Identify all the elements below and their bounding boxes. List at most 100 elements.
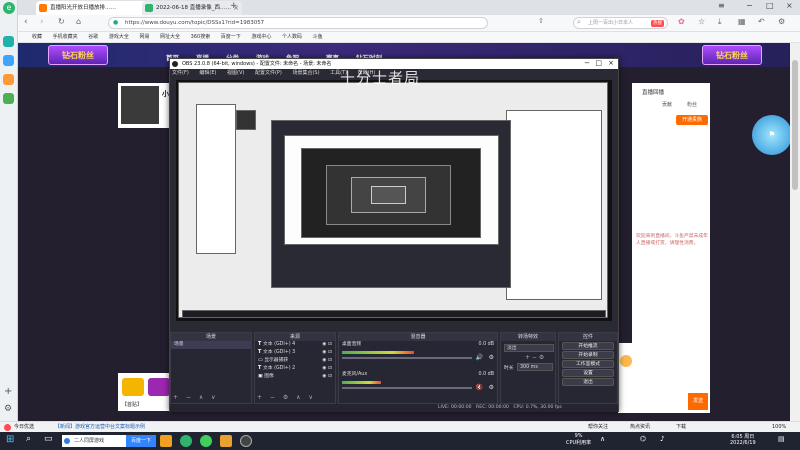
vip-button[interactable]: 开通贵族 — [676, 115, 708, 125]
banner-left[interactable]: 钻石粉丝 — [48, 45, 108, 65]
app-icon[interactable] — [220, 435, 232, 447]
volume-slider[interactable] — [342, 387, 472, 389]
sidebar-add-icon[interactable]: + — [4, 387, 12, 397]
taskbar-search-input[interactable]: 二人同屏游戏 — [62, 435, 126, 447]
maximize-icon[interactable]: □ — [766, 2, 774, 10]
bookmark-item[interactable]: 百度一下 — [221, 34, 241, 40]
studio-mode-button[interactable]: 工作室模式 — [562, 360, 614, 368]
bookmark-item[interactable]: 手机收藏夹 — [53, 34, 78, 40]
settings-button[interactable]: 设置 — [562, 369, 614, 377]
task-view-icon[interactable]: ▭ — [44, 435, 53, 444]
menu-item[interactable]: 配置文件(P) — [255, 70, 282, 76]
sidebar-app-icon[interactable] — [3, 55, 14, 66]
folder-icon[interactable] — [160, 435, 172, 447]
notification-icon[interactable]: ▤ — [778, 436, 785, 443]
sidebar-app-icon[interactable] — [3, 93, 14, 104]
sidebar-settings-icon[interactable]: ⚙ — [4, 405, 12, 414]
new-tab-button[interactable]: + — [230, 2, 238, 11]
source-item[interactable]: T 文本 (GDI+) 3 ◉ ⊡ — [255, 349, 335, 357]
tab-fans[interactable]: 粉丝 — [687, 101, 697, 108]
grid-icon[interactable]: ▦ — [738, 18, 746, 26]
scrollbar-thumb[interactable] — [792, 60, 798, 190]
maximize-icon[interactable]: □ — [595, 60, 602, 67]
menu-item[interactable]: 编辑(E) — [199, 70, 216, 76]
site-favicon-icon — [145, 4, 153, 12]
avatar[interactable] — [121, 86, 159, 124]
browser-taskbar-icon[interactable] — [180, 435, 192, 447]
gear-icon[interactable]: ⚙ — [489, 385, 494, 391]
bookmark-item[interactable]: 游戏大全 — [109, 34, 129, 40]
sidebar-app-icon[interactable] — [3, 74, 14, 85]
source-toolbar[interactable]: + − ⚙ ∧ ∨ — [257, 394, 316, 401]
minimize-icon[interactable]: − — [746, 2, 753, 10]
send-button[interactable]: 发送 — [688, 393, 708, 410]
wechat-icon[interactable] — [200, 435, 212, 447]
refresh-icon[interactable]: ↻ — [58, 18, 65, 26]
tab-contrib[interactable]: 贡献 — [662, 101, 672, 108]
close-window-icon[interactable]: × — [608, 60, 614, 67]
clock[interactable]: 6:05 周日 2022/6/19 — [730, 433, 756, 446]
mascot-icon[interactable]: ⚑ — [752, 115, 792, 155]
gear-icon[interactable]: ⚙ — [489, 355, 494, 361]
search-input[interactable]: ⌕ 上周一百出小日本人 热搜 — [573, 17, 668, 29]
speaker-icon[interactable]: 🔊 — [476, 355, 483, 361]
extension-icon[interactable]: ✿ — [678, 18, 685, 26]
transition-select[interactable]: 淡出 — [504, 344, 554, 352]
source-item[interactable]: T 文本 (GDI+) 4 ◉ ⊡ — [255, 341, 335, 349]
home-icon[interactable]: ⌂ — [76, 18, 81, 26]
back-icon[interactable]: ‹ — [24, 18, 28, 27]
banner-right[interactable]: 钻石粉丝 — [702, 45, 762, 65]
bookmark-item[interactable]: 谷歌 — [88, 34, 98, 40]
start-record-button[interactable]: 开始录制 — [562, 351, 614, 359]
close-window-icon[interactable]: × — [786, 2, 793, 10]
duration-input[interactable]: 300 ms — [517, 363, 553, 371]
address-bar[interactable]: ● https://www.douyu.com/topic/DSSs1?rid=… — [108, 17, 488, 29]
settings-icon[interactable]: ⚙ — [778, 18, 785, 26]
bookmark-item[interactable]: 网易 — [139, 34, 149, 40]
menu-item[interactable]: 视图(V) — [227, 70, 244, 76]
scene-toolbar[interactable]: + − ∧ ∨ — [173, 394, 219, 401]
menu-item[interactable]: 场景集合(S) — [292, 70, 319, 76]
network-icon[interactable]: ⌬ — [640, 436, 646, 443]
exit-button[interactable]: 退出 — [562, 378, 614, 386]
scene-item[interactable]: 场景 — [171, 341, 251, 349]
preview-nested-4 — [371, 186, 406, 204]
gift-icon[interactable] — [148, 378, 170, 396]
download-icon[interactable]: ⤓ — [718, 18, 722, 26]
speaker-muted-icon[interactable]: 🔇 — [476, 385, 483, 391]
volume-icon[interactable]: ♪ — [660, 436, 664, 443]
forward-icon[interactable]: › — [40, 18, 44, 27]
bookmark-item[interactable]: 网址大全 — [160, 34, 180, 40]
transition-toolbar[interactable]: + − ⚙ — [525, 354, 544, 361]
windows-start-icon[interactable]: ⊞ — [6, 435, 14, 445]
obs-taskbar-icon[interactable] — [240, 435, 252, 447]
search-icon[interactable]: ⌕ — [26, 435, 31, 444]
start-stream-button[interactable]: 开始推流 — [562, 342, 614, 350]
volume-slider[interactable] — [342, 357, 472, 359]
bookmark-item[interactable]: 收藏 — [32, 34, 42, 40]
gift-icon[interactable] — [122, 378, 144, 396]
bookmark-item[interactable]: 游戏中心 — [251, 34, 271, 40]
tab-active[interactable]: 直播阳光开放日播放排…… × — [36, 1, 150, 15]
chat-input-area: 发送 — [618, 343, 710, 413]
undo-icon[interactable]: ↶ — [758, 18, 765, 26]
source-item[interactable]: T 文本 (GDI+) 2 ◉ ⊡ — [255, 365, 335, 373]
source-item[interactable]: ▣ 图像 ◉ ⊡ — [255, 373, 335, 381]
mixer-dock: 混音器 桌面音频 0.0 dB 🔊 ⚙ 麦克风/Aux 0.0 dB 🔇 ⚙ — [338, 332, 498, 404]
gift-icon[interactable] — [620, 355, 632, 367]
tray-arrow-icon[interactable]: ∧ — [600, 436, 605, 443]
browser-logo-icon[interactable]: e — [3, 2, 15, 14]
menu-item[interactable]: 文件(F) — [172, 70, 189, 76]
bookmark-item[interactable]: 斗鱼 — [313, 34, 323, 40]
tab-inactive[interactable]: 2022-06-18 直播录像_西…… × — [142, 1, 242, 15]
source-item[interactable]: ▭ 显示器捕获 ◉ ⊡ — [255, 357, 335, 365]
menu-icon[interactable]: ≡ — [718, 2, 725, 10]
bookmark-item[interactable]: 360搜索 — [191, 34, 211, 40]
obs-preview[interactable] — [176, 80, 612, 321]
bookmark-star-icon[interactable]: ☆ — [698, 18, 705, 26]
bookmark-item[interactable]: 个人数码 — [282, 34, 302, 40]
minimize-icon[interactable]: − — [584, 60, 590, 67]
share-icon[interactable]: ⇧ — [538, 18, 544, 25]
sidebar-app-icon[interactable] — [3, 36, 14, 47]
baidu-search-button[interactable]: 百度一下 — [126, 435, 156, 447]
